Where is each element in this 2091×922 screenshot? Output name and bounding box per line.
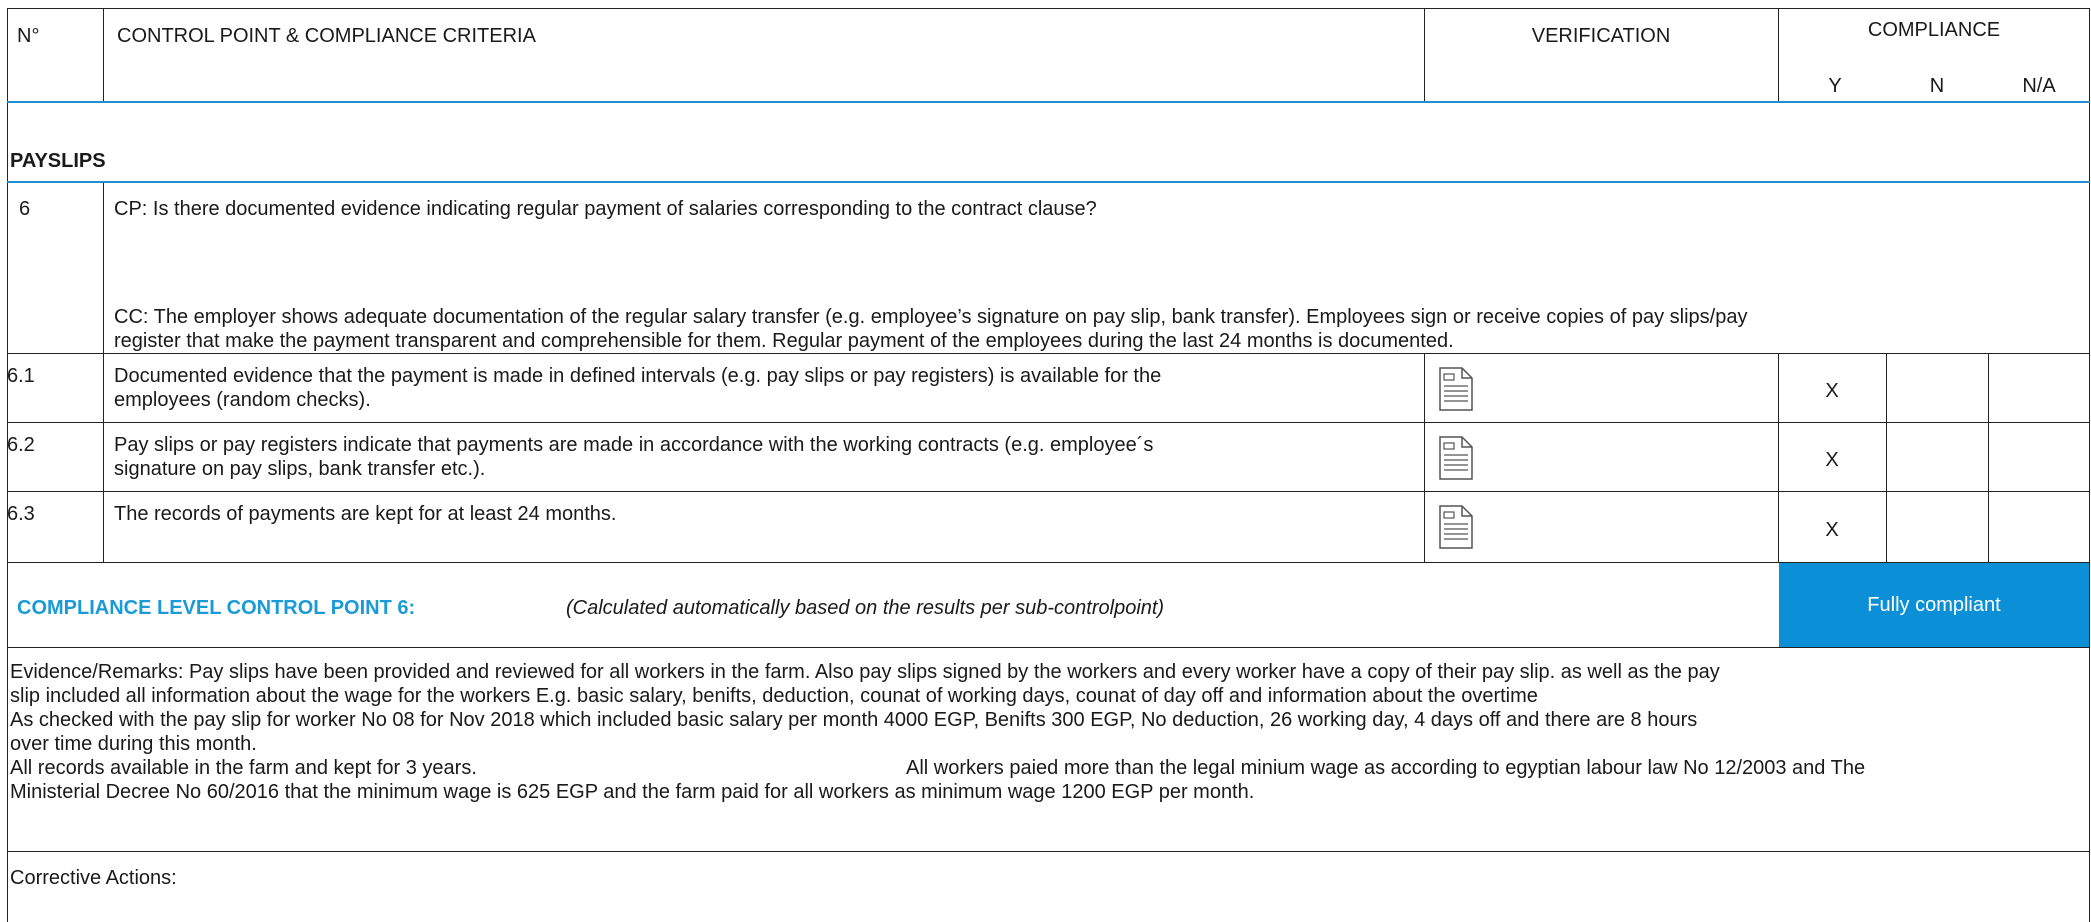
row-number: 6.2: [7, 434, 35, 456]
section-bottom-line: [7, 181, 2090, 183]
cp-number: 6: [19, 198, 31, 220]
header-n: N: [1929, 75, 1945, 97]
compliance-result-badge: Fully compliant: [1779, 563, 2089, 647]
row-6-1-bottom: [7, 422, 2090, 423]
row-number: 6.1: [7, 365, 35, 387]
table-right-border: [2089, 8, 2090, 922]
document-icon[interactable]: [1438, 366, 1474, 412]
cp-question: CP: Is there documented evidence indicat…: [114, 198, 1097, 220]
header-col-sep-1: [103, 8, 104, 102]
rows-col-sep-5: [1988, 353, 1989, 563]
header-na: N/A: [2022, 75, 2056, 97]
header-compliance: COMPLIANCE: [1867, 19, 2001, 41]
evidence-line-5a: All records available in the farm and ke…: [10, 757, 477, 779]
rows-col-sep-4: [1886, 353, 1887, 563]
evidence-line-5b: All workers paied more than the legal mi…: [906, 757, 1866, 779]
section-title: PAYSLIPS: [10, 150, 106, 172]
header-bottom-line: [7, 101, 2090, 103]
document-icon[interactable]: [1438, 504, 1474, 550]
evidence-bottom: [7, 851, 2090, 852]
document-icon[interactable]: [1438, 435, 1474, 481]
compliance-level-label: COMPLIANCE LEVEL CONTROL POINT 6:: [17, 597, 416, 619]
header-col-sep-2: [1424, 8, 1425, 102]
row-text-line-1: Documented evidence that the payment is …: [114, 365, 1162, 387]
header-control-point: CONTROL POINT & COMPLIANCE CRITERIA: [117, 25, 536, 47]
cp-col-sep: [103, 183, 104, 354]
compliance-level-note: (Calculated automatically based on the r…: [566, 597, 1165, 619]
rows-col-sep-1: [103, 353, 104, 563]
cc-line-1: CC: The employer shows adequate document…: [114, 306, 1748, 328]
row-6-3-bottom: [7, 562, 2090, 563]
row-text-line-1: The records of payments are kept for at …: [114, 503, 617, 525]
header-y: Y: [1828, 75, 1842, 97]
evidence-line-2: slip included all information about the …: [10, 685, 1538, 707]
row-6-2-bottom: [7, 491, 2090, 492]
row-text-line-2: employees (random checks).: [114, 389, 371, 411]
row-number: 6.3: [7, 503, 35, 525]
cc-line-2: register that make the payment transpare…: [114, 330, 1454, 352]
row-text-line-2: signature on pay slips, bank transfer et…: [114, 458, 486, 480]
table-left-border: [7, 8, 8, 922]
evidence-line-4: over time during this month.: [10, 733, 257, 755]
row-y-mark[interactable]: X: [1778, 448, 1886, 472]
corrective-actions-label: Corrective Actions:: [10, 867, 177, 889]
rows-col-sep-2: [1424, 353, 1425, 563]
row-y-mark[interactable]: X: [1778, 379, 1886, 403]
evidence-line-1: Evidence/Remarks: Pay slips have been pr…: [10, 661, 1720, 683]
row-text-line-1: Pay slips or pay registers indicate that…: [114, 434, 1154, 456]
row-y-mark[interactable]: X: [1778, 518, 1886, 542]
evidence-line-6: Ministerial Decree No 60/2016 that the m…: [10, 781, 1255, 803]
compliance-level-bottom: [7, 647, 2090, 648]
header-number: N°: [17, 25, 40, 47]
evidence-line-3: As checked with the pay slip for worker …: [10, 709, 1698, 731]
header-verification: VERIFICATION: [1531, 25, 1671, 47]
